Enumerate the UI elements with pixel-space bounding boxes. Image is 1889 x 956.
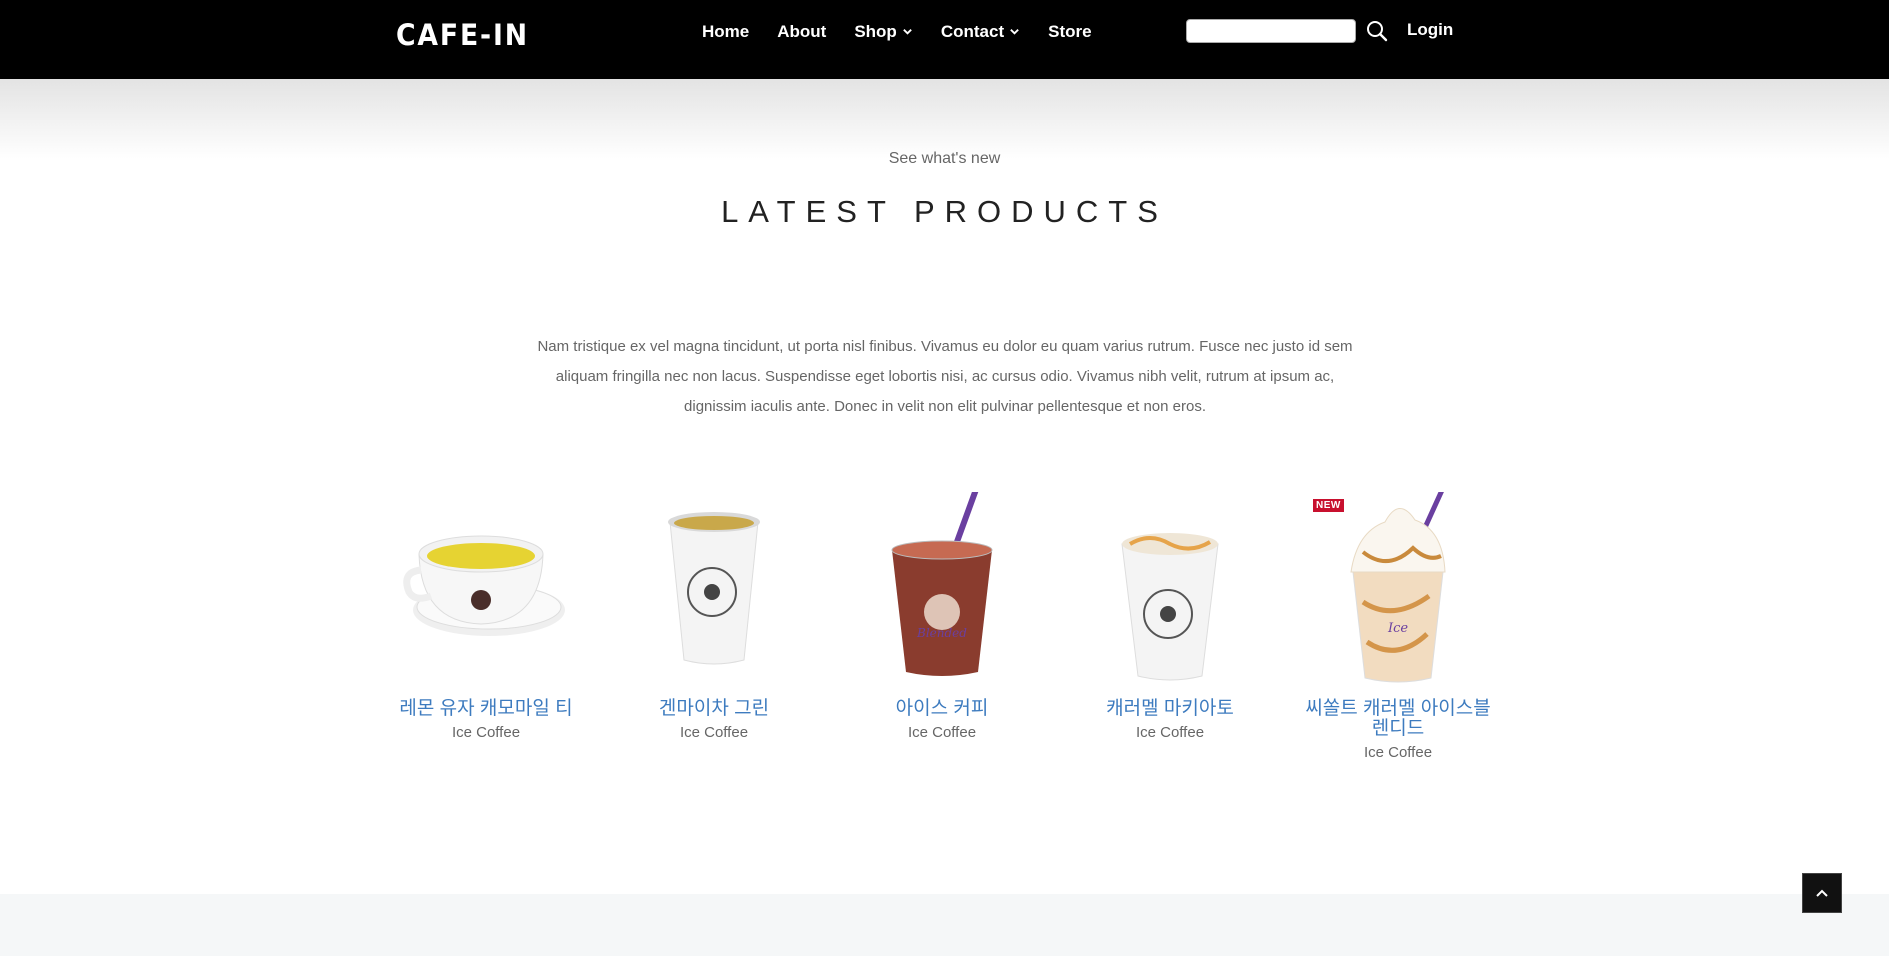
- product-card[interactable]: Blended 아이스 커피 Ice Coffee: [842, 492, 1042, 741]
- product-image-iced-coffee-cup[interactable]: Blended: [842, 492, 1042, 684]
- site-logo[interactable]: CAFE-IN: [396, 15, 529, 55]
- search-input[interactable]: [1186, 19, 1356, 43]
- product-category: Ice Coffee: [907, 724, 977, 741]
- product-image-paper-cup-caramel[interactable]: [1070, 492, 1270, 684]
- product-category: Ice Coffee: [1135, 724, 1205, 741]
- product-card[interactable]: 레몬 유자 캐모마일 티 Ice Coffee: [386, 492, 586, 741]
- nav-store[interactable]: Store: [1048, 22, 1091, 42]
- product-card[interactable]: NEW Ice 씨쏠트 캐러멜 아이스블렌디드 Ice Coffee: [1298, 492, 1498, 761]
- product-category: Ice Coffee: [679, 724, 749, 741]
- chevron-down-icon: [1010, 29, 1019, 35]
- svg-text:Ice: Ice: [1387, 621, 1408, 636]
- login-link[interactable]: Login: [1407, 20, 1453, 40]
- product-name[interactable]: 아이스 커피: [842, 699, 1042, 719]
- nav-about-label: About: [777, 21, 827, 41]
- nav-store-label: Store: [1048, 21, 1092, 41]
- product-name[interactable]: 겐마이차 그린: [614, 699, 814, 719]
- nav-home[interactable]: Home: [702, 22, 749, 42]
- product-card[interactable]: 겐마이차 그린 Ice Coffee: [614, 492, 814, 741]
- nav-shop[interactable]: Shop: [854, 22, 913, 42]
- product-card[interactable]: 캐러멜 마키아토 Ice Coffee: [1070, 492, 1270, 741]
- product-image-paper-cup-tea[interactable]: [614, 492, 814, 684]
- new-badge: NEW: [1313, 499, 1344, 512]
- section-intro: Nam tristique ex vel magna tincidunt, ut…: [537, 338, 1353, 415]
- nav-contact-label: Contact: [940, 21, 1005, 41]
- nav-shop-label: Shop: [854, 21, 897, 41]
- site-header: CAFE-IN Home About Shop Contact Store Lo…: [0, 0, 1889, 79]
- main-nav: Home About Shop Contact Store: [702, 0, 1092, 63]
- product-image-ice-blended-cup[interactable]: NEW Ice: [1298, 492, 1498, 684]
- nav-contact[interactable]: Contact: [941, 22, 1020, 42]
- section-kicker: See what's new: [888, 150, 1001, 167]
- nav-home-label: Home: [702, 21, 750, 41]
- footer-strip: [0, 894, 1889, 956]
- product-image-tea-cup[interactable]: [386, 492, 586, 684]
- product-category: Ice Coffee: [1363, 744, 1433, 761]
- nav-about[interactable]: About: [777, 22, 826, 42]
- product-name[interactable]: 씨쏠트 캐러멜 아이스블렌디드: [1298, 699, 1498, 739]
- search-icon[interactable]: [1366, 20, 1388, 42]
- chevron-up-icon: [1816, 889, 1828, 897]
- product-name[interactable]: 레몬 유자 캐모마일 티: [386, 699, 586, 719]
- section-title: LATEST PRODUCTS: [721, 194, 1168, 229]
- product-category: Ice Coffee: [451, 724, 521, 741]
- back-to-top-button[interactable]: [1802, 873, 1842, 913]
- product-name[interactable]: 캐러멜 마키아토: [1070, 699, 1270, 719]
- header-shadow: [0, 79, 1889, 159]
- svg-text:Blended: Blended: [916, 626, 967, 640]
- chevron-down-icon: [903, 29, 912, 35]
